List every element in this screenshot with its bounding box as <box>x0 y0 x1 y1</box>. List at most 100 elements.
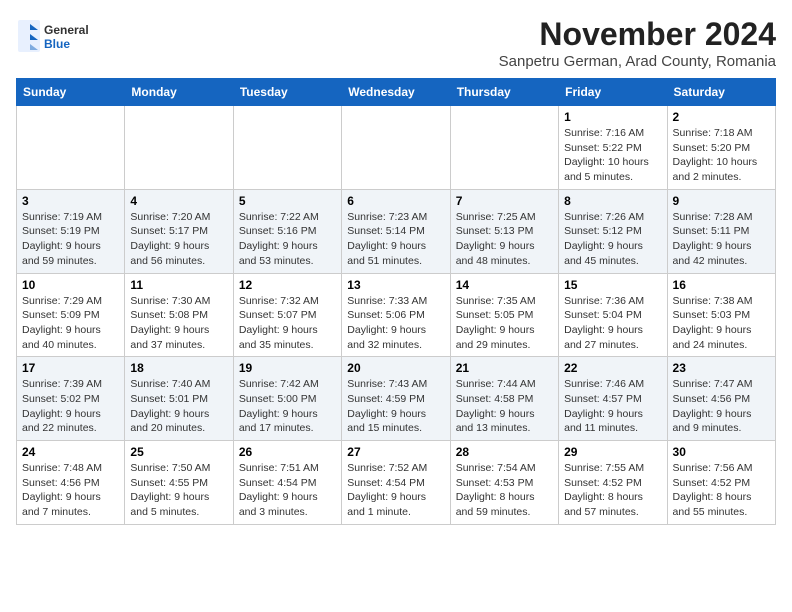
day-info: Sunrise: 7:46 AM Sunset: 4:57 PM Dayligh… <box>564 377 661 436</box>
calendar-cell: 6 Sunrise: 7:23 AM Sunset: 5:14 PM Daylig… <box>342 189 450 273</box>
day-info: Sunrise: 7:56 AM Sunset: 4:52 PM Dayligh… <box>673 461 770 520</box>
calendar-cell <box>125 106 233 190</box>
calendar-cell: 8Sunrise: 7:26 AM Sunset: 5:12 PM Daylig… <box>559 189 667 273</box>
col-saturday: Saturday <box>667 79 775 106</box>
day-info: Sunrise: 7:36 AM Sunset: 5:04 PM Dayligh… <box>564 294 661 353</box>
calendar-cell: 11 Sunrise: 7:30 AM Sunset: 5:08 PM Dayli… <box>125 273 233 357</box>
calendar-cell: 13Sunrise: 7:33 AM Sunset: 5:06 PM Dayli… <box>342 273 450 357</box>
day-number: 20 <box>347 361 444 375</box>
day-info: Sunrise: 7:40 AM Sunset: 5:01 PM Dayligh… <box>130 377 227 436</box>
day-info: Sunrise: 7:26 AM Sunset: 5:12 PM Dayligh… <box>564 210 661 269</box>
day-number: 12 <box>239 278 336 292</box>
day-number: 14 <box>456 278 553 292</box>
day-info: Sunrise: 7:38 AM Sunset: 5:03 PM Dayligh… <box>673 294 770 353</box>
day-info: Sunrise: 7:35 AM Sunset: 5:05 PM Dayligh… <box>456 294 553 353</box>
day-number: 11 <box>130 278 227 292</box>
day-info: Sunrise: 7:32 AM Sunset: 5:07 PM Dayligh… <box>239 294 336 353</box>
calendar-cell: 30 Sunrise: 7:56 AM Sunset: 4:52 PM Dayli… <box>667 441 775 525</box>
calendar-week-4: 17 Sunrise: 7:39 AM Sunset: 5:02 PM Dayli… <box>17 357 776 441</box>
calendar-cell: 19 Sunrise: 7:42 AM Sunset: 5:00 PM Dayli… <box>233 357 341 441</box>
calendar-cell: 2 Sunrise: 7:18 AM Sunset: 5:20 PM Daylig… <box>667 106 775 190</box>
calendar-cell <box>233 106 341 190</box>
calendar-cell: 1 Sunrise: 7:16 AM Sunset: 5:22 PM Daylig… <box>559 106 667 190</box>
calendar-header-row: Sunday Monday Tuesday Wednesday Thursday… <box>17 79 776 106</box>
day-number: 4 <box>130 194 227 208</box>
day-info: Sunrise: 7:23 AM Sunset: 5:14 PM Dayligh… <box>347 210 444 269</box>
title-area: November 2024 Sanpetru German, Arad Coun… <box>499 16 776 70</box>
calendar-cell: 28Sunrise: 7:54 AM Sunset: 4:53 PM Dayli… <box>450 441 558 525</box>
calendar-cell: 18 Sunrise: 7:40 AM Sunset: 5:01 PM Dayli… <box>125 357 233 441</box>
calendar-cell: 25Sunrise: 7:50 AM Sunset: 4:55 PM Dayli… <box>125 441 233 525</box>
day-info: Sunrise: 7:55 AM Sunset: 4:52 PM Dayligh… <box>564 461 661 520</box>
col-friday: Friday <box>559 79 667 106</box>
day-info: Sunrise: 7:28 AM Sunset: 5:11 PM Dayligh… <box>673 210 770 269</box>
col-tuesday: Tuesday <box>233 79 341 106</box>
day-info: Sunrise: 7:39 AM Sunset: 5:02 PM Dayligh… <box>22 377 119 436</box>
calendar-week-5: 24 Sunrise: 7:48 AM Sunset: 4:56 PM Dayli… <box>17 441 776 525</box>
calendar-cell: 15 Sunrise: 7:36 AM Sunset: 5:04 PM Dayli… <box>559 273 667 357</box>
header: General Blue November 2024 Sanpetru Germ… <box>16 16 776 70</box>
day-number: 5 <box>239 194 336 208</box>
day-info: Sunrise: 7:30 AM Sunset: 5:08 PM Dayligh… <box>130 294 227 353</box>
calendar-cell: 3Sunrise: 7:19 AM Sunset: 5:19 PM Daylig… <box>17 189 125 273</box>
calendar-cell: 4 Sunrise: 7:20 AM Sunset: 5:17 PM Daylig… <box>125 189 233 273</box>
day-number: 10 <box>22 278 119 292</box>
day-info: Sunrise: 7:48 AM Sunset: 4:56 PM Dayligh… <box>22 461 119 520</box>
month-title: November 2024 <box>499 16 776 53</box>
calendar-cell: 17 Sunrise: 7:39 AM Sunset: 5:02 PM Dayli… <box>17 357 125 441</box>
day-info: Sunrise: 7:18 AM Sunset: 5:20 PM Dayligh… <box>673 126 770 185</box>
day-info: Sunrise: 7:43 AM Sunset: 4:59 PM Dayligh… <box>347 377 444 436</box>
day-info: Sunrise: 7:16 AM Sunset: 5:22 PM Dayligh… <box>564 126 661 185</box>
day-info: Sunrise: 7:52 AM Sunset: 4:54 PM Dayligh… <box>347 461 444 520</box>
calendar-week-3: 10 Sunrise: 7:29 AM Sunset: 5:09 PM Dayli… <box>17 273 776 357</box>
svg-text:General: General <box>44 23 89 37</box>
day-number: 7 <box>456 194 553 208</box>
day-number: 22 <box>564 361 661 375</box>
day-info: Sunrise: 7:54 AM Sunset: 4:53 PM Dayligh… <box>456 461 553 520</box>
day-info: Sunrise: 7:42 AM Sunset: 5:00 PM Dayligh… <box>239 377 336 436</box>
calendar-cell <box>450 106 558 190</box>
calendar-cell <box>342 106 450 190</box>
location-subtitle: Sanpetru German, Arad County, Romania <box>499 53 776 70</box>
calendar-cell: 22 Sunrise: 7:46 AM Sunset: 4:57 PM Dayli… <box>559 357 667 441</box>
day-number: 3 <box>22 194 119 208</box>
day-number: 27 <box>347 445 444 459</box>
day-number: 30 <box>673 445 770 459</box>
calendar-cell: 24 Sunrise: 7:48 AM Sunset: 4:56 PM Dayli… <box>17 441 125 525</box>
day-number: 26 <box>239 445 336 459</box>
day-info: Sunrise: 7:50 AM Sunset: 4:55 PM Dayligh… <box>130 461 227 520</box>
day-number: 9 <box>673 194 770 208</box>
calendar-cell: 7Sunrise: 7:25 AM Sunset: 5:13 PM Daylig… <box>450 189 558 273</box>
svg-text:Blue: Blue <box>44 37 70 51</box>
day-info: Sunrise: 7:22 AM Sunset: 5:16 PM Dayligh… <box>239 210 336 269</box>
day-number: 2 <box>673 110 770 124</box>
day-info: Sunrise: 7:51 AM Sunset: 4:54 PM Dayligh… <box>239 461 336 520</box>
calendar-cell: 27 Sunrise: 7:52 AM Sunset: 4:54 PM Dayli… <box>342 441 450 525</box>
col-monday: Monday <box>125 79 233 106</box>
day-info: Sunrise: 7:44 AM Sunset: 4:58 PM Dayligh… <box>456 377 553 436</box>
calendar-cell: 5 Sunrise: 7:22 AM Sunset: 5:16 PM Daylig… <box>233 189 341 273</box>
day-info: Sunrise: 7:20 AM Sunset: 5:17 PM Dayligh… <box>130 210 227 269</box>
calendar-table: Sunday Monday Tuesday Wednesday Thursday… <box>16 78 776 525</box>
col-wednesday: Wednesday <box>342 79 450 106</box>
calendar-week-1: 1 Sunrise: 7:16 AM Sunset: 5:22 PM Daylig… <box>17 106 776 190</box>
day-number: 1 <box>564 110 661 124</box>
day-number: 17 <box>22 361 119 375</box>
day-number: 18 <box>130 361 227 375</box>
day-number: 15 <box>564 278 661 292</box>
calendar-cell: 21Sunrise: 7:44 AM Sunset: 4:58 PM Dayli… <box>450 357 558 441</box>
day-number: 29 <box>564 445 661 459</box>
day-number: 19 <box>239 361 336 375</box>
calendar-cell: 20 Sunrise: 7:43 AM Sunset: 4:59 PM Dayli… <box>342 357 450 441</box>
day-info: Sunrise: 7:47 AM Sunset: 4:56 PM Dayligh… <box>673 377 770 436</box>
logo-svg: General Blue <box>16 16 106 56</box>
day-info: Sunrise: 7:33 AM Sunset: 5:06 PM Dayligh… <box>347 294 444 353</box>
calendar-cell: 16Sunrise: 7:38 AM Sunset: 5:03 PM Dayli… <box>667 273 775 357</box>
calendar-cell: 14 Sunrise: 7:35 AM Sunset: 5:05 PM Dayli… <box>450 273 558 357</box>
col-thursday: Thursday <box>450 79 558 106</box>
calendar-cell: 12 Sunrise: 7:32 AM Sunset: 5:07 PM Dayli… <box>233 273 341 357</box>
day-info: Sunrise: 7:29 AM Sunset: 5:09 PM Dayligh… <box>22 294 119 353</box>
day-number: 24 <box>22 445 119 459</box>
calendar-cell: 9 Sunrise: 7:28 AM Sunset: 5:11 PM Daylig… <box>667 189 775 273</box>
day-number: 6 <box>347 194 444 208</box>
